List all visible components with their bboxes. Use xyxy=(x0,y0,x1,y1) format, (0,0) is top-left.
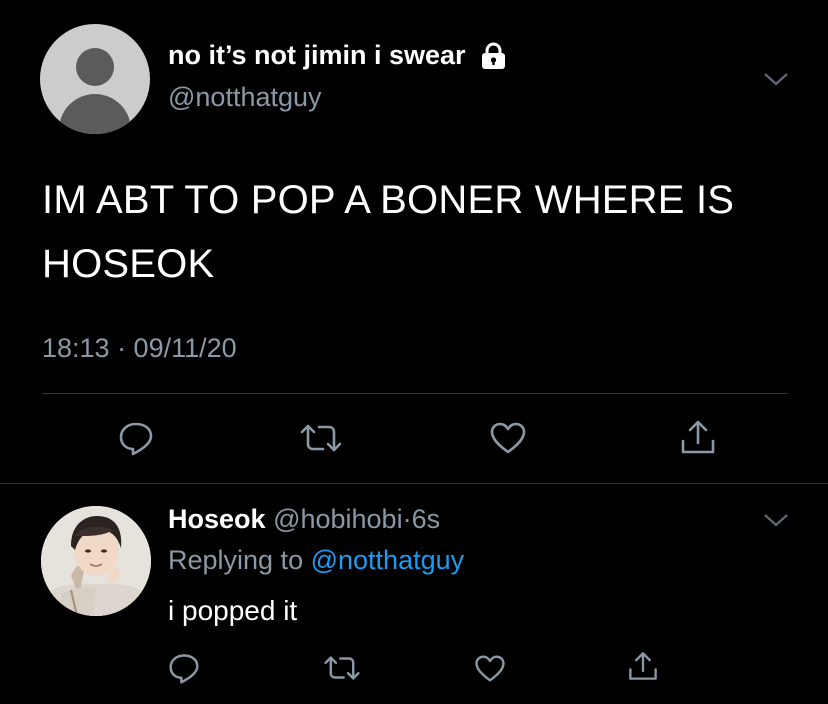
reply-time[interactable]: 6s xyxy=(412,504,441,534)
chevron-down-icon[interactable] xyxy=(762,70,790,88)
chevron-down-icon[interactable] xyxy=(762,511,790,529)
reply-icon[interactable] xyxy=(168,652,200,684)
replying-to-handle[interactable]: @notthatguy xyxy=(311,545,465,575)
retweet-icon[interactable] xyxy=(299,422,343,454)
author-display-name[interactable]: no it’s not jimin i swear xyxy=(168,40,466,71)
tweet-timestamp[interactable]: 18:13 · 09/11/20 xyxy=(42,333,237,364)
author-name-row[interactable]: no it’s not jimin i swear xyxy=(168,40,507,71)
reply-text: i popped it xyxy=(168,595,298,626)
reply-icon[interactable] xyxy=(118,420,154,456)
reply-header: Hoseok @hobihobi·6s xyxy=(168,504,440,535)
retweet-icon[interactable] xyxy=(323,654,361,682)
share-icon[interactable] xyxy=(627,649,659,683)
replying-to-row: Replying to @notthatguy xyxy=(168,545,464,576)
like-icon[interactable] xyxy=(489,421,527,455)
divider xyxy=(0,483,828,484)
dot-separator: · xyxy=(402,504,412,534)
like-icon[interactable] xyxy=(474,654,506,683)
avatar-head-shape xyxy=(76,48,114,86)
tweet-text: IM ABT TO POP A BONER WHERE IS HOSEOK xyxy=(42,178,735,286)
reply-author-handle[interactable]: @hobihobi xyxy=(273,504,403,534)
lock-icon xyxy=(480,42,507,70)
share-icon[interactable] xyxy=(679,417,717,457)
avatar[interactable] xyxy=(41,506,151,616)
replying-to-label: Replying to xyxy=(168,545,304,575)
divider xyxy=(42,393,788,394)
author-handle[interactable]: @notthatguy xyxy=(168,82,322,113)
reply-author-name[interactable]: Hoseok xyxy=(168,504,266,534)
default-avatar[interactable] xyxy=(40,24,150,134)
avatar-body-shape xyxy=(59,94,131,134)
